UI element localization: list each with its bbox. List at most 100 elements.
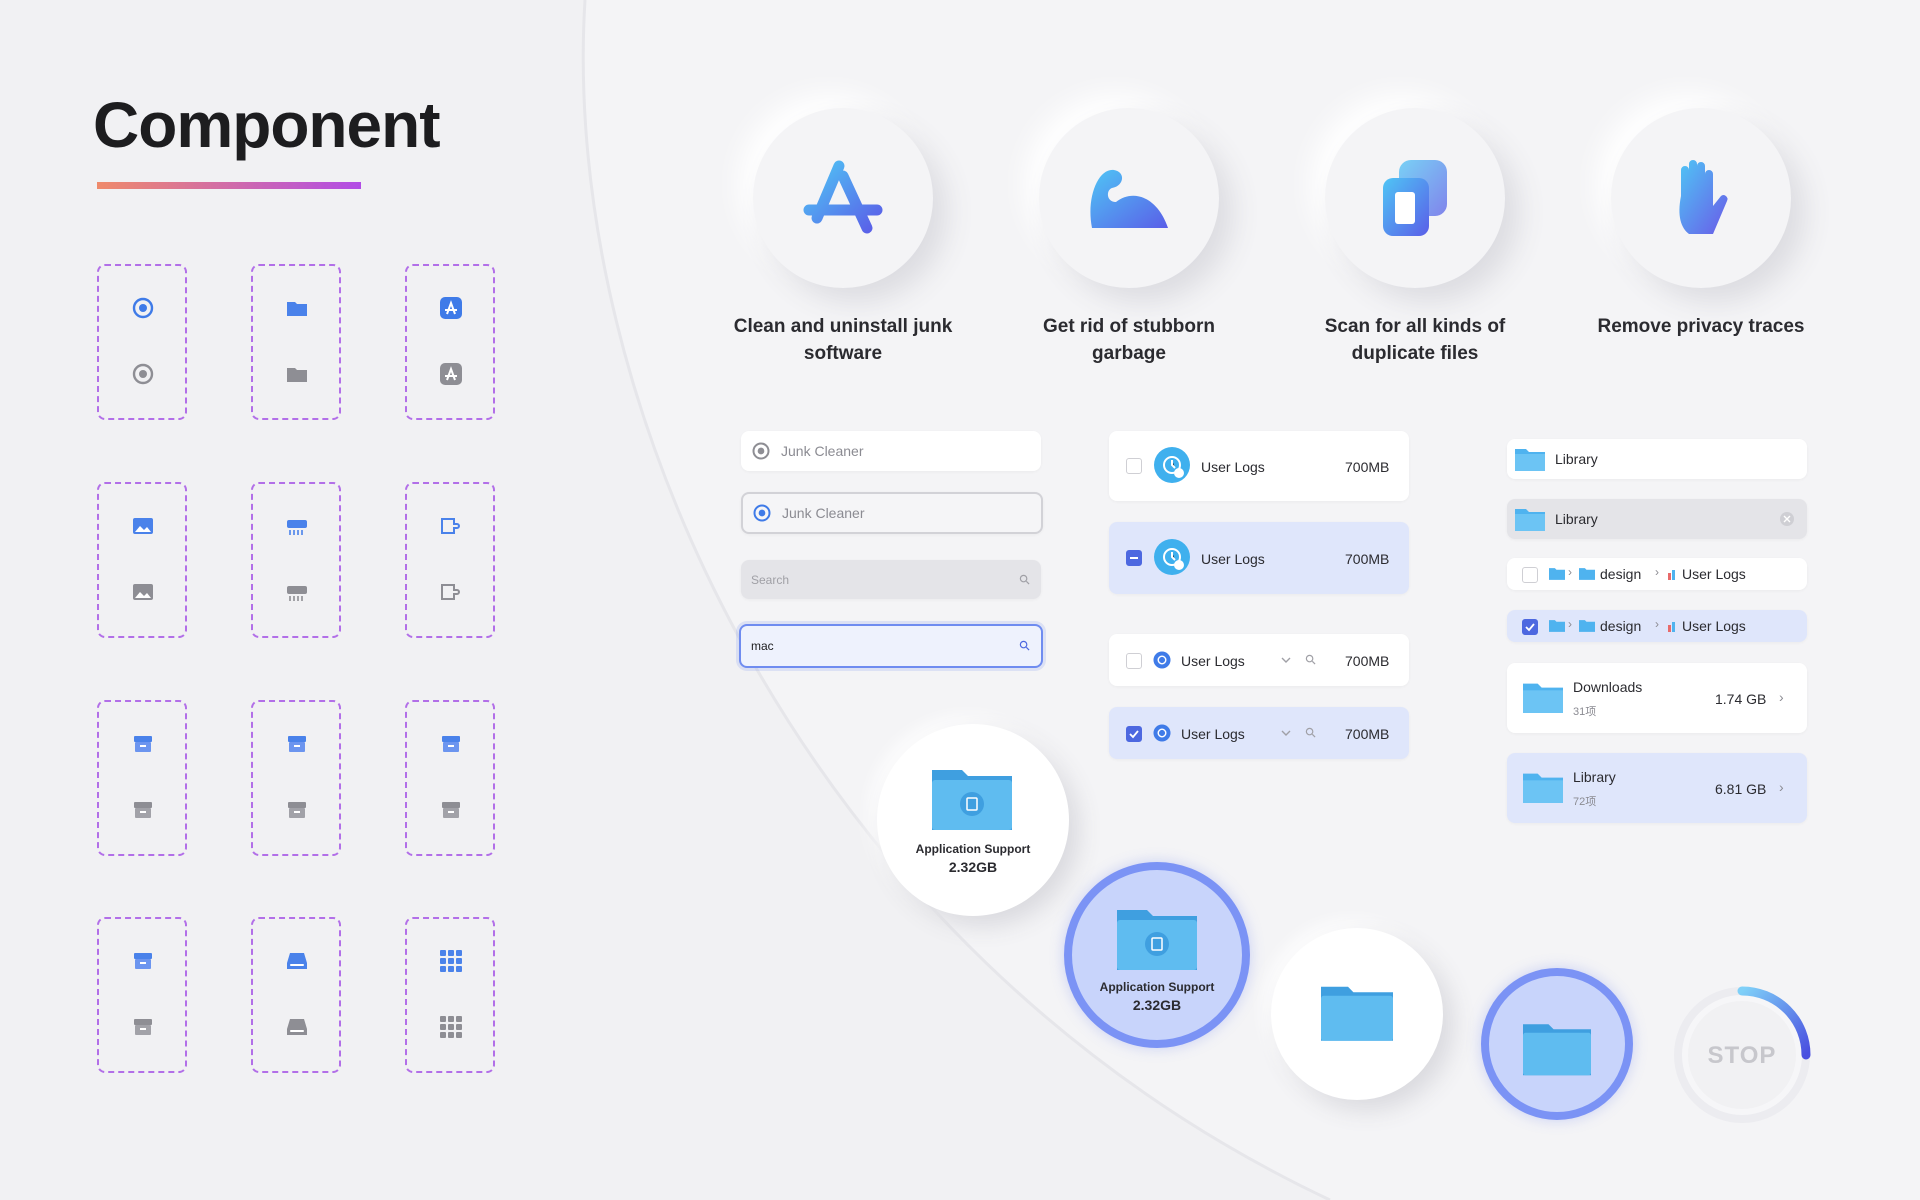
icon-cell-image <box>97 482 187 638</box>
user-logs-label: User Logs <box>1201 551 1265 567</box>
drive-icon[interactable] <box>285 949 309 973</box>
user-logs-size: 700MB <box>1345 653 1390 669</box>
feature-label-garbage: Get rid of stubborn garbage <box>1042 316 1216 364</box>
icon-cell-shredder <box>251 482 341 638</box>
breadcrumb-design[interactable]: design <box>1600 566 1641 582</box>
app-support-size: 2.32GB <box>948 859 998 875</box>
app-support-name: Application Support <box>1099 980 1215 994</box>
box-icon[interactable] <box>439 732 463 756</box>
appstore-icon[interactable] <box>439 362 463 386</box>
icon-cell-target <box>97 264 187 420</box>
folder-size: 1.74 GB <box>1715 691 1767 707</box>
appstore-icon <box>803 160 883 234</box>
search-icon[interactable] <box>1305 727 1316 738</box>
junk-cleaner-label: Junk Cleaner <box>782 505 865 521</box>
breadcrumb-row-selected[interactable]: › design › User Logs <box>1507 610 1807 642</box>
folder-button[interactable] <box>1271 928 1443 1100</box>
folder-size: 6.81 GB <box>1715 781 1767 797</box>
box-icon[interactable] <box>285 798 309 822</box>
box-icon[interactable] <box>131 949 155 973</box>
target-icon <box>752 442 770 460</box>
folder-icon[interactable] <box>285 296 309 320</box>
box-icon[interactable] <box>131 1015 155 1039</box>
shredder-icon[interactable] <box>285 580 309 604</box>
box-icon[interactable] <box>131 798 155 822</box>
icon-cell-plugin <box>405 482 495 638</box>
plugin-icon[interactable] <box>439 580 463 604</box>
search-icon <box>1019 640 1030 651</box>
folder-icon <box>1523 773 1563 803</box>
checkbox[interactable] <box>1522 567 1538 583</box>
feature-stubborn-garbage[interactable] <box>1039 108 1219 288</box>
checkbox-checked[interactable] <box>1522 619 1538 635</box>
search-icon[interactable] <box>1305 654 1316 665</box>
library-item[interactable]: Library <box>1507 439 1807 479</box>
junk-cleaner-field-active[interactable]: Junk Cleaner <box>741 492 1043 534</box>
chevron-right-icon: › <box>1568 617 1572 631</box>
grid-icon[interactable] <box>439 949 463 973</box>
breadcrumb-user-logs[interactable]: User Logs <box>1682 618 1746 634</box>
feature-label-privacy: Remove privacy traces <box>1597 316 1805 337</box>
feature-label-clean: Clean and uninstall junk software <box>733 316 953 364</box>
folder-name: Library <box>1573 769 1616 785</box>
user-logs-row-selected[interactable]: User Logs 700MB <box>1109 707 1409 759</box>
folder-name: Downloads <box>1573 679 1643 695</box>
box-icon[interactable] <box>439 798 463 822</box>
folder-icon <box>1515 449 1545 471</box>
chevron-down-icon[interactable] <box>1281 729 1291 737</box>
icon-cell-box <box>405 700 495 856</box>
checkbox-checked[interactable] <box>1126 726 1142 742</box>
chart-icon <box>1668 622 1675 632</box>
user-logs-label: User Logs <box>1181 653 1245 669</box>
page-title: Component <box>93 89 440 161</box>
feature-label-duplicate: Scan for all kinds of duplicate files <box>1324 316 1506 364</box>
duplicate-icon <box>1383 160 1447 236</box>
grid-icon[interactable] <box>439 1015 463 1039</box>
app-support-button[interactable]: Application Support 2.32GB <box>877 724 1069 916</box>
app-support-size: 2.32GB <box>1132 997 1182 1013</box>
folder-icon[interactable] <box>285 362 309 386</box>
user-logs-row[interactable]: User Logs 700MB <box>1109 634 1409 686</box>
image-icon[interactable] <box>131 514 155 538</box>
library-item-selected[interactable]: Library <box>1507 499 1807 539</box>
drive-icon[interactable] <box>285 1015 309 1039</box>
library-label: Library <box>1555 451 1598 467</box>
chevron-right-icon[interactable]: › <box>1779 779 1784 795</box>
plugin-icon[interactable] <box>439 514 463 538</box>
feature-clean-uninstall[interactable] <box>753 108 933 288</box>
breadcrumb-row[interactable]: › design › User Logs <box>1507 558 1807 590</box>
checkbox-partial[interactable] <box>1126 550 1142 566</box>
checkbox[interactable] <box>1126 458 1142 474</box>
appstore-icon[interactable] <box>439 296 463 320</box>
folder-card-downloads[interactable]: Downloads 31项 1.74 GB › <box>1507 663 1807 733</box>
app-support-button-selected[interactable]: Application Support 2.32GB <box>1064 862 1250 1048</box>
folder-button-selected[interactable] <box>1481 968 1633 1120</box>
image-icon[interactable] <box>131 580 155 604</box>
chevron-right-icon[interactable]: › <box>1779 689 1784 705</box>
checkbox[interactable] <box>1126 653 1142 669</box>
feature-privacy-traces[interactable] <box>1611 108 1791 288</box>
folder-icon <box>1579 568 1595 580</box>
target-icon[interactable] <box>131 362 155 386</box>
box-icon[interactable] <box>285 732 309 756</box>
user-logs-card[interactable]: User Logs 700MB <box>1109 431 1409 501</box>
search-input-focused[interactable]: mac <box>739 624 1043 668</box>
shredder-icon[interactable] <box>285 514 309 538</box>
folder-card-library[interactable]: Library 72项 6.81 GB › <box>1507 753 1807 823</box>
feature-duplicate-files[interactable] <box>1325 108 1505 288</box>
close-icon[interactable] <box>1779 511 1795 527</box>
user-logs-label: User Logs <box>1201 459 1265 475</box>
target-icon[interactable] <box>131 296 155 320</box>
breadcrumb-design[interactable]: design <box>1600 618 1641 634</box>
search-icon <box>1019 574 1030 585</box>
stop-button[interactable]: STOP <box>1671 984 1813 1126</box>
icon-cell-box <box>97 917 187 1073</box>
chevron-down-icon[interactable] <box>1281 656 1291 664</box>
breadcrumb-user-logs[interactable]: User Logs <box>1682 566 1746 582</box>
folder-icon <box>1523 1024 1591 1076</box>
junk-cleaner-field[interactable]: Junk Cleaner <box>741 431 1041 471</box>
search-input[interactable]: Search <box>741 560 1041 599</box>
icon-cell-appstore <box>405 264 495 420</box>
user-logs-card-selected[interactable]: User Logs 700MB <box>1109 522 1409 594</box>
box-icon[interactable] <box>131 732 155 756</box>
